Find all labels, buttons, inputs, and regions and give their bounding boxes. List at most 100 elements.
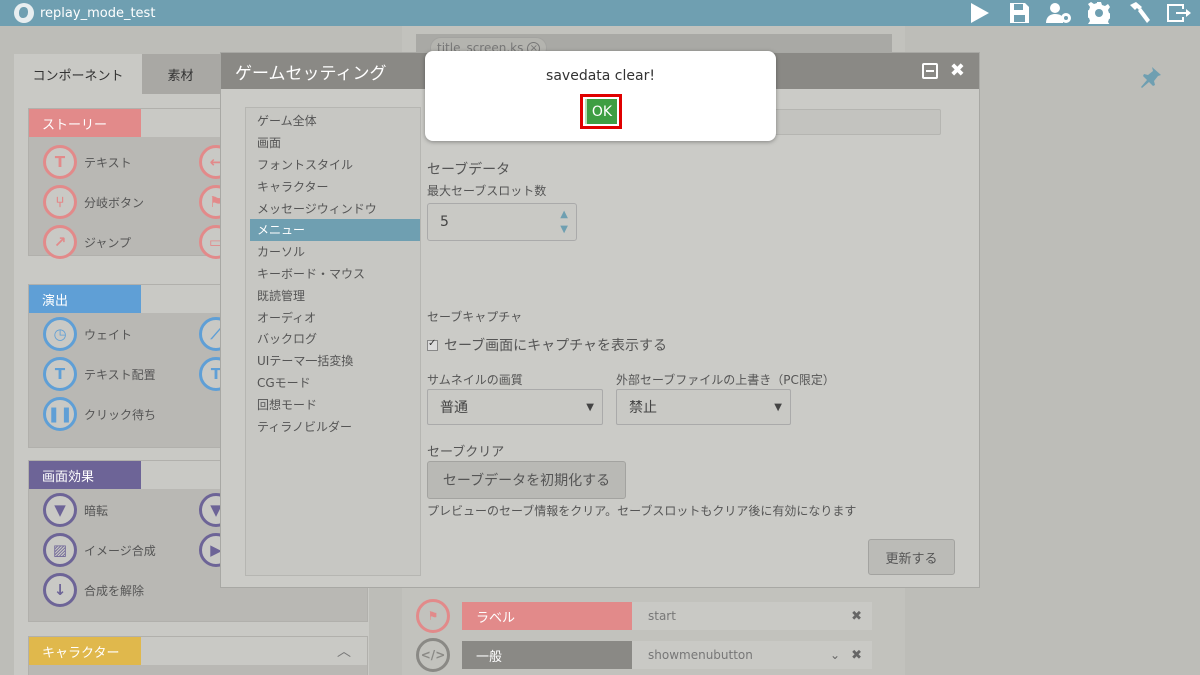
section-save-clear: セーブクリア [427, 445, 505, 460]
update-button[interactable]: 更新する [868, 539, 955, 575]
clock-icon: ◷ [43, 317, 77, 351]
component-jump-label: ジャンプ [84, 235, 132, 250]
external-overwrite-label: 外部セーブファイルの上書き（PC限定） [616, 373, 835, 387]
component-text-layout[interactable]: T テキスト配置 [43, 357, 156, 391]
settings-nav: ゲーム全体 画面 フォントスタイル キャラクター メッセージウィンドウ メニュー… [245, 107, 421, 576]
alert-dialog: savedata clear! OK [425, 51, 776, 141]
nav-item[interactable]: CGモード [246, 372, 420, 394]
tab-components[interactable]: コンポーネント [14, 54, 142, 94]
gear-icon[interactable] [1086, 2, 1112, 24]
max-slots-label: 最大セーブスロット数 [427, 184, 547, 198]
nav-item[interactable]: フォントスタイル [246, 154, 420, 176]
external-overwrite-value: 禁止 [629, 400, 657, 416]
component-click-wait-label: クリック待ち [84, 407, 157, 422]
app-title: replay_mode_test [40, 5, 156, 21]
script-row-tag: ラベル [462, 602, 632, 630]
component-text[interactable]: T テキスト [43, 145, 132, 179]
group-character-label: キャラクター [29, 637, 141, 665]
text-icon: T [43, 145, 77, 179]
section-save-data: セーブデータ [427, 162, 511, 178]
settings-form: セーブデータ 最大セーブスロット数 5 ▲▼ セーブキャプチャ セーブ画面にキャ… [427, 107, 957, 576]
group-effect-label: 演出 [29, 285, 141, 313]
component-image-compose-label: イメージ合成 [84, 543, 156, 558]
component-image-compose[interactable]: ▨ イメージ合成 [43, 533, 156, 567]
nav-item[interactable]: キーボード・マウス [246, 263, 420, 285]
group-story-label: ストーリー [29, 109, 141, 137]
nav-item[interactable]: バックログ [246, 328, 420, 350]
release-icon: ↓ [43, 573, 77, 607]
component-release-compose-label: 合成を解除 [84, 583, 145, 598]
capture-checkbox-row[interactable]: セーブ画面にキャプチャを表示する [427, 335, 667, 355]
component-text-label: テキスト [84, 155, 132, 170]
user-settings-icon[interactable] [1046, 2, 1072, 24]
minimize-icon[interactable] [921, 63, 938, 79]
pause-icon: ❚❚ [43, 397, 77, 431]
play-icon[interactable] [966, 2, 992, 24]
text-layout-icon: T [43, 357, 77, 391]
component-wait[interactable]: ◷ ウェイト [43, 317, 132, 351]
export-icon[interactable] [1166, 2, 1192, 24]
external-overwrite-select[interactable]: 禁止 ▼ [616, 389, 791, 425]
save-icon[interactable] [1006, 2, 1032, 24]
nav-item[interactable]: ティラノビルダー [246, 415, 420, 437]
component-release-compose[interactable]: ↓ 合成を解除 [43, 573, 144, 607]
component-fade-out[interactable]: ▼ 暗転 [43, 493, 108, 527]
component-wait-label: ウェイト [84, 327, 133, 342]
close-icon[interactable]: ✖ [950, 62, 965, 80]
app-logo-icon [14, 3, 34, 23]
script-row-value-text: showmenubutton [648, 648, 753, 662]
dialog-title: ゲームセッティング [235, 63, 387, 84]
nav-item[interactable]: メッセージウィンドウ [246, 197, 420, 219]
nav-item[interactable]: カーソル [246, 241, 420, 263]
save-clear-note: プレビューのセーブ情報をクリア。セーブスロットもクリア後に有効になります [427, 504, 857, 518]
nav-item-active[interactable]: メニュー [250, 218, 420, 241]
component-fade-out-label: 暗転 [84, 503, 109, 518]
ok-button[interactable]: OK [585, 99, 617, 124]
branch-icon: ⑂ [43, 185, 77, 219]
script-row[interactable]: ⚑ ラベル start ✖ [416, 599, 876, 633]
nav-item[interactable]: 既読管理 [246, 284, 420, 306]
component-text-layout-label: テキスト配置 [84, 367, 156, 382]
nav-item[interactable]: キャラクター [246, 175, 420, 197]
section-save-capture: セーブキャプチャ [427, 310, 523, 324]
chevron-down-icon[interactable]: ⌄ [830, 648, 840, 662]
script-row-tag: 一般 [462, 641, 632, 669]
script-row[interactable]: </> 一般 showmenubutton ⌄ ✖ [416, 638, 876, 672]
group-character: キャラクター ︿ [28, 636, 368, 675]
build-hammer-icon[interactable] [1126, 2, 1152, 24]
nav-item[interactable]: 画面 [246, 132, 420, 154]
script-row-value: start ✖ [632, 602, 872, 630]
code-icon: </> [416, 638, 450, 672]
group-screen-label: 画面効果 [29, 461, 141, 489]
nav-item[interactable]: ゲーム全体 [246, 110, 420, 132]
spinner-arrows-icon[interactable]: ▲ ▼ [560, 207, 568, 237]
thumbnail-quality-select[interactable]: 普通 ▼ [427, 389, 603, 425]
label-flag-icon: ⚑ [416, 599, 450, 633]
fade-shield-icon: ▼ [43, 493, 77, 527]
group-character-header-rest: ︿ [141, 637, 367, 665]
component-branch-button[interactable]: ⑂ 分岐ボタン [43, 185, 144, 219]
thumbnail-quality-value: 普通 [440, 400, 468, 416]
pin-icon[interactable] [1138, 66, 1164, 92]
nav-item[interactable]: オーディオ [246, 306, 420, 328]
capture-checkbox-label: セーブ画面にキャプチャを表示する [444, 338, 668, 354]
script-row-value: showmenubutton ⌄ ✖ [632, 641, 872, 669]
component-jump[interactable]: ↗ ジャンプ [43, 225, 131, 259]
image-icon: ▨ [43, 533, 77, 567]
max-slots-value: 5 [440, 214, 449, 230]
chevron-down-icon: ▼ [586, 401, 594, 413]
delete-x-icon[interactable]: ✖ [851, 648, 862, 663]
alert-message: savedata clear! [546, 68, 655, 84]
clear-save-data-button[interactable]: セーブデータを初期化する [427, 461, 626, 499]
delete-x-icon[interactable]: ✖ [851, 609, 862, 624]
max-slots-input[interactable]: 5 ▲ ▼ [427, 203, 577, 241]
collapse-chevron-icon[interactable]: ︿ [337, 641, 351, 661]
chevron-down-icon: ▼ [774, 401, 782, 413]
thumbnail-quality-label: サムネイルの画質 [427, 373, 523, 387]
component-branch-label: 分岐ボタン [84, 195, 145, 210]
component-click-wait[interactable]: ❚❚ クリック待ち [43, 397, 156, 431]
nav-item[interactable]: UIテーマ一括変換 [246, 350, 420, 372]
group-character-header: キャラクター ︿ [29, 637, 367, 665]
nav-item[interactable]: 回想モード [246, 393, 420, 415]
capture-checkbox[interactable] [427, 338, 438, 351]
